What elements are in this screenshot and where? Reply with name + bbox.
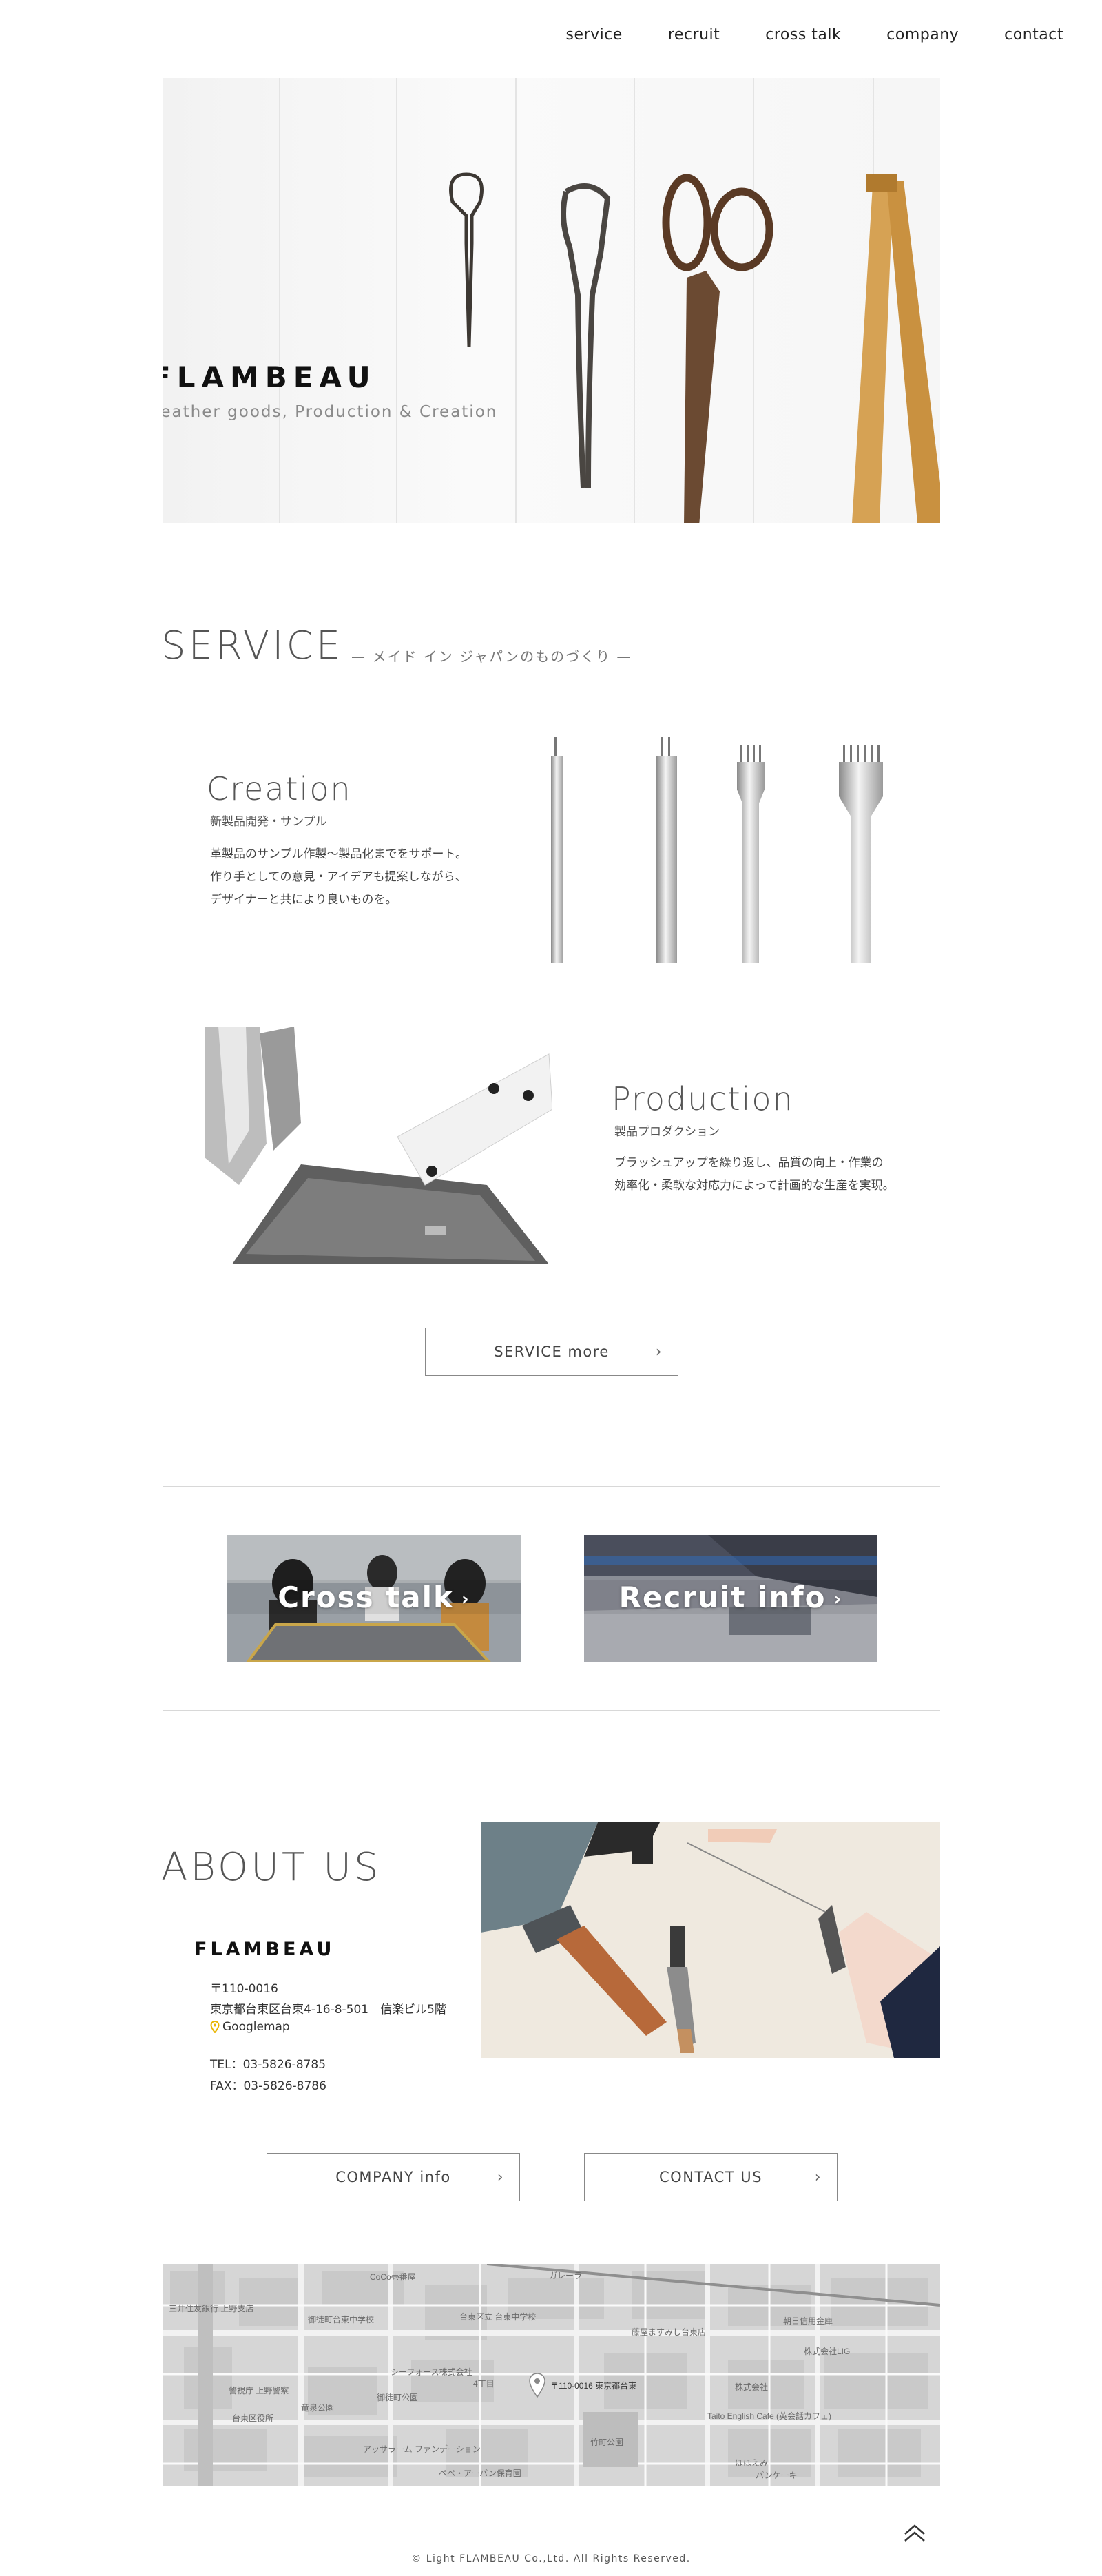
service-more-label: SERVICE more xyxy=(494,1343,610,1360)
production-line: ブラッシュアップを繰り返し、品質の向上・作業の xyxy=(614,1156,884,1170)
recruit-label: Recruit info › xyxy=(584,1580,877,1614)
cross-talk-text: Cross talk xyxy=(278,1580,454,1614)
map-pin-icon xyxy=(529,2373,545,2398)
contact-us-button[interactable]: CONTACT US › xyxy=(584,2153,838,2201)
recruit-text: Recruit info xyxy=(618,1580,826,1614)
map-pin-icon xyxy=(210,2021,220,2033)
map-label: 台東区立 台東中学校 xyxy=(459,2312,537,2322)
map-label: Taito English Cafe (英会話カフェ) xyxy=(707,2411,832,2421)
map-label: 御徒町台東中学校 xyxy=(308,2315,375,2325)
chevron-right-icon: › xyxy=(497,2169,504,2186)
production-subtitle: 製品プロダクション xyxy=(614,1125,720,1139)
production-line: 効率化・柔軟な対応力によって計画的な生産を実現。 xyxy=(614,1179,895,1193)
chevron-right-icon: › xyxy=(453,1589,470,1610)
map-label: アッサラーム ファンデーション xyxy=(363,2444,481,2454)
phone-number: TEL：03-5826-8785 xyxy=(210,2058,326,2072)
map-label: 御徒町公園 xyxy=(377,2393,419,2402)
double-chevron-up-icon[interactable] xyxy=(902,2520,927,2545)
chevron-right-icon: › xyxy=(826,1589,843,1610)
service-more-button[interactable]: SERVICE more › xyxy=(425,1328,678,1376)
creation-line: 作り手としての意見・アイデアも提案しながら、 xyxy=(210,870,467,884)
nav-contact[interactable]: contact xyxy=(1004,26,1063,43)
map-label: ガレーラ xyxy=(549,2271,583,2280)
production-description: ブラッシュアップを繰り返し、品質の向上・作業の 効率化・柔軟な対応力によって計画… xyxy=(614,1152,895,1197)
fax-number: FAX：03-5826-8786 xyxy=(210,2079,326,2093)
hero-tagline: Leather goods, Production & Creation xyxy=(163,403,498,421)
nav-service[interactable]: service xyxy=(566,26,623,43)
map-label: 三井住友銀行 上野支店 xyxy=(169,2304,254,2314)
address: 東京都台東区台東4-16-8-501 信楽ビル5階 xyxy=(210,2003,446,2017)
service-subheading: — メイド イン ジャパンのものづくり — xyxy=(351,648,632,665)
map-label: パンケーキ xyxy=(756,2471,798,2480)
creation-line: 革製品のサンプル作製～製品化までをサポート。 xyxy=(210,847,468,861)
global-nav: service recruit cross talk company conta… xyxy=(566,26,1063,43)
hero-logo: FLAMBEAU xyxy=(163,360,377,394)
creation-title: Creation xyxy=(207,770,352,807)
about-logo: FLAMBEAU xyxy=(194,1939,335,1960)
cross-talk-label: Cross talk › xyxy=(227,1580,521,1614)
cross-talk-banner[interactable]: Cross talk › xyxy=(227,1535,521,1662)
about-heading: ABOUT US xyxy=(161,1845,382,1890)
copyright: © Light FLAMBEAU Co.,Ltd. All Rights Res… xyxy=(411,2553,691,2564)
production-title: Production xyxy=(612,1080,794,1117)
service-heading: SERVICE xyxy=(161,624,344,668)
creation-subtitle: 新製品開発・サンプル xyxy=(210,815,327,829)
map-label: 朝日信用金庫 xyxy=(783,2316,833,2326)
creation-description: 革製品のサンプル作製～製品化までをサポート。 作り手としての意見・アイデアも提案… xyxy=(210,843,467,911)
divider xyxy=(163,1710,940,1711)
location-map[interactable]: 〒110-0016 東京都台東 三井住友銀行 上野支店 御徒町台東中学校 CoC… xyxy=(163,2264,940,2486)
map-label: CoCo壱番屋 xyxy=(370,2272,416,2282)
nav-recruit[interactable]: recruit xyxy=(668,26,720,43)
sewing-machine-image xyxy=(163,1027,552,1264)
about-workshop-photo xyxy=(481,1822,940,2058)
map-label: 4丁目 xyxy=(473,2379,495,2389)
pricking-irons-image xyxy=(551,737,883,963)
map-label: 株式会社LIG xyxy=(804,2347,851,2356)
creation-line: デザイナーと共により良いものを。 xyxy=(210,893,397,907)
postal-code: 〒110-0016 xyxy=(210,1982,278,1996)
chevron-right-icon: › xyxy=(655,1343,663,1361)
chevron-right-icon: › xyxy=(814,2169,822,2186)
map-label: 藤屋ますみし台東店 xyxy=(632,2327,707,2337)
contact-us-label: CONTACT US xyxy=(659,2169,762,2185)
map-label: 竹町公園 xyxy=(590,2438,624,2447)
recruit-banner[interactable]: Recruit info › xyxy=(584,1535,877,1662)
map-label: 台東区役所 xyxy=(232,2413,274,2423)
nav-company[interactable]: company xyxy=(886,26,959,43)
nav-cross-talk[interactable]: cross talk xyxy=(765,26,841,43)
company-info-button[interactable]: COMPANY info › xyxy=(267,2153,520,2201)
hero-image: FLAMBEAU Leather goods, Production & Cre… xyxy=(163,78,940,523)
googlemap-label: Googlemap xyxy=(222,2020,290,2034)
map-label: 警視庁 上野警察 xyxy=(229,2386,289,2395)
map-label: ほほえみ xyxy=(735,2458,769,2468)
googlemap-link[interactable]: Googlemap xyxy=(210,2020,290,2034)
map-label: 竜泉公園 xyxy=(301,2403,335,2413)
company-info-label: COMPANY info xyxy=(335,2169,451,2185)
map-label: ペペ・アーバン保育園 xyxy=(439,2469,521,2478)
map-pin-label: 〒110-0016 東京都台東 xyxy=(550,2380,637,2391)
divider xyxy=(163,1486,940,1487)
map-label: 株式会社 xyxy=(735,2382,769,2392)
hero-tools-illustration xyxy=(449,172,940,523)
map-pin-marker[interactable]: 〒110-0016 東京都台東 xyxy=(528,2373,636,2398)
map-label: シーフォース株式会社 xyxy=(391,2367,472,2377)
